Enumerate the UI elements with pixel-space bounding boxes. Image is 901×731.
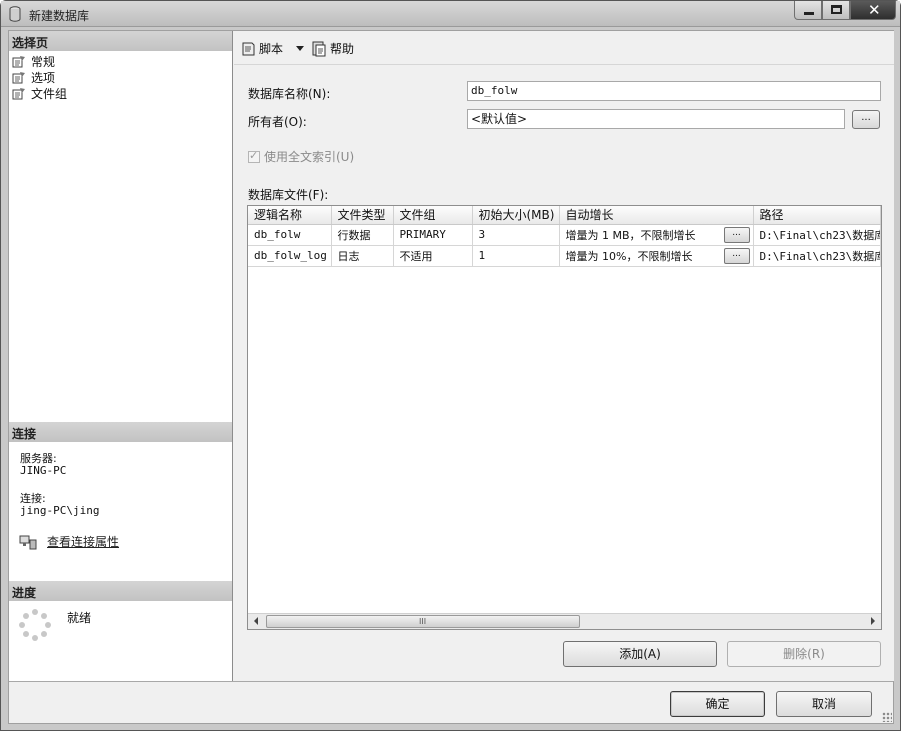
autogrowth-edit-button[interactable]: ... (723, 226, 750, 243)
new-database-dialog: 新建数据库 ✕ 选择页 常规 选项 文件组 连接 服务器: JING-PC 连接… (0, 0, 901, 731)
scrollbar-thumb[interactable]: III (266, 615, 580, 628)
cell-logical-name[interactable]: db_folw_log (248, 245, 332, 267)
cell-autogrowth[interactable]: 增量为 1 MB，不限制增长 ... (559, 224, 754, 246)
col-header-filegroup[interactable]: 文件组 (393, 206, 473, 225)
table-row[interactable]: db_folw_log 日志 不适用 1 增量为 10%，不限制增长 ... D… (248, 245, 881, 267)
autogrowth-edit-button[interactable]: ... (723, 247, 750, 264)
db-files-label: 数据库文件(F): (248, 188, 329, 202)
fulltext-index-label: 使用全文索引(U) (264, 150, 355, 164)
ok-button[interactable]: 确定 (670, 691, 765, 717)
script-label: 脚本 (259, 42, 284, 56)
fulltext-index-row[interactable]: 使用全文索引(U) (248, 148, 354, 165)
page-list: 常规 选项 文件组 (12, 53, 67, 101)
script-icon (242, 42, 255, 55)
minimize-icon (804, 12, 814, 15)
db-files-grid: 逻辑名称 文件类型 文件组 初始大小(MB) 自动增长 路径 db_folw 行… (247, 205, 882, 630)
col-header-path[interactable]: 路径 (753, 206, 881, 225)
autogrowth-text: 增量为 10%，不限制增长 (565, 249, 693, 263)
minimize-button[interactable] (794, 1, 822, 20)
cell-filegroup[interactable]: 不适用 (393, 245, 473, 267)
cell-autogrowth[interactable]: 增量为 10%，不限制增长 ... (559, 245, 754, 267)
page-icon (12, 71, 25, 83)
page-item-label: 选项 (31, 70, 56, 85)
toolbar: 脚本 帮助 (234, 31, 894, 65)
server-info: 服务器: JING-PC (20, 453, 66, 477)
resize-grip[interactable] (882, 712, 892, 722)
cell-path[interactable]: D:\Final\ch23\数据库 (753, 224, 881, 246)
page-item-filegroups[interactable]: 文件组 (12, 85, 67, 101)
progress-spinner-icon (19, 609, 51, 641)
db-name-label: 数据库名称(N): (248, 87, 331, 101)
cell-path[interactable]: D:\Final\ch23\数据库 (753, 245, 881, 267)
connection-info: 连接: jing-PC\jing (20, 493, 99, 517)
add-button[interactable]: 添加(A) (563, 641, 717, 667)
page-icon (12, 55, 25, 67)
col-header-logical-name[interactable]: 逻辑名称 (248, 206, 332, 225)
cell-file-type[interactable]: 行数据 (331, 224, 394, 246)
connection-properties-icon (19, 535, 37, 549)
owner-label: 所有者(O): (248, 115, 307, 129)
script-button[interactable]: 脚本 (240, 40, 283, 57)
cancel-button[interactable]: 取消 (776, 691, 872, 717)
scroll-left-arrow-icon[interactable] (254, 617, 258, 625)
cell-initial-size[interactable]: 3 (472, 224, 560, 246)
scroll-right-arrow-icon[interactable] (871, 617, 875, 625)
db-name-input[interactable]: db_folw (467, 81, 881, 101)
maximize-icon (831, 5, 842, 14)
autogrowth-text: 增量为 1 MB，不限制增长 (565, 228, 696, 242)
script-dropdown-chevron-icon[interactable] (296, 46, 304, 51)
remove-button[interactable]: 删除(R) (727, 641, 881, 667)
owner-browse-button[interactable]: ... (852, 110, 880, 129)
cell-logical-name[interactable]: db_folw (248, 224, 332, 246)
progress-header: 进度 (9, 581, 232, 601)
view-connection-properties-link[interactable]: 查看连接属性 (19, 533, 119, 550)
select-page-header: 选择页 (9, 31, 232, 51)
cell-filegroup[interactable]: PRIMARY (393, 224, 473, 246)
title-bar[interactable]: 新建数据库 ✕ (1, 1, 900, 27)
dialog-button-bar: 确定 取消 (9, 681, 893, 723)
left-pane: 选择页 常规 选项 文件组 连接 服务器: JING-PC 连接: jing-P… (9, 31, 233, 681)
help-icon (312, 41, 326, 56)
close-icon: ✕ (868, 1, 881, 19)
col-header-file-type[interactable]: 文件类型 (331, 206, 394, 225)
cell-file-type[interactable]: 日志 (331, 245, 394, 267)
horizontal-scrollbar[interactable]: III (248, 613, 881, 629)
maximize-button[interactable] (822, 1, 850, 20)
col-header-autogrowth[interactable]: 自动增长 (559, 206, 754, 225)
cell-initial-size[interactable]: 1 (472, 245, 560, 267)
fulltext-index-checkbox[interactable] (248, 149, 260, 163)
server-value: JING-PC (20, 464, 67, 477)
connection-value: jing-PC\jing (20, 504, 100, 517)
page-item-options[interactable]: 选项 (12, 69, 67, 85)
window-controls: ✕ (794, 1, 896, 21)
connection-header: 连接 (9, 422, 232, 442)
progress-status: 就绪 (67, 611, 92, 625)
dialog-client-area: 选择页 常规 选项 文件组 连接 服务器: JING-PC 连接: jing-P… (8, 30, 894, 724)
window-title: 新建数据库 (29, 9, 90, 23)
page-item-general[interactable]: 常规 (12, 53, 67, 69)
help-label: 帮助 (330, 42, 355, 56)
database-icon (9, 6, 21, 22)
page-icon (12, 87, 25, 99)
owner-input[interactable]: <默认值> (467, 109, 845, 129)
help-button[interactable]: 帮助 (311, 40, 354, 57)
view-connection-properties-label: 查看连接属性 (47, 535, 120, 549)
db-files-table: 逻辑名称 文件类型 文件组 初始大小(MB) 自动增长 路径 db_folw 行… (248, 206, 881, 267)
scrollbar-grip: III (419, 617, 427, 626)
table-header-row: 逻辑名称 文件类型 文件组 初始大小(MB) 自动增长 路径 (248, 206, 881, 225)
table-row[interactable]: db_folw 行数据 PRIMARY 3 增量为 1 MB，不限制增长 ...… (248, 224, 881, 246)
page-item-label: 文件组 (31, 86, 68, 101)
right-pane: 脚本 帮助 数据库名称(N): db_folw 所有者(O): <默认值> ..… (234, 31, 894, 681)
col-header-initial-size[interactable]: 初始大小(MB) (472, 206, 560, 225)
close-button[interactable]: ✕ (850, 1, 896, 20)
page-item-label: 常规 (31, 54, 56, 69)
